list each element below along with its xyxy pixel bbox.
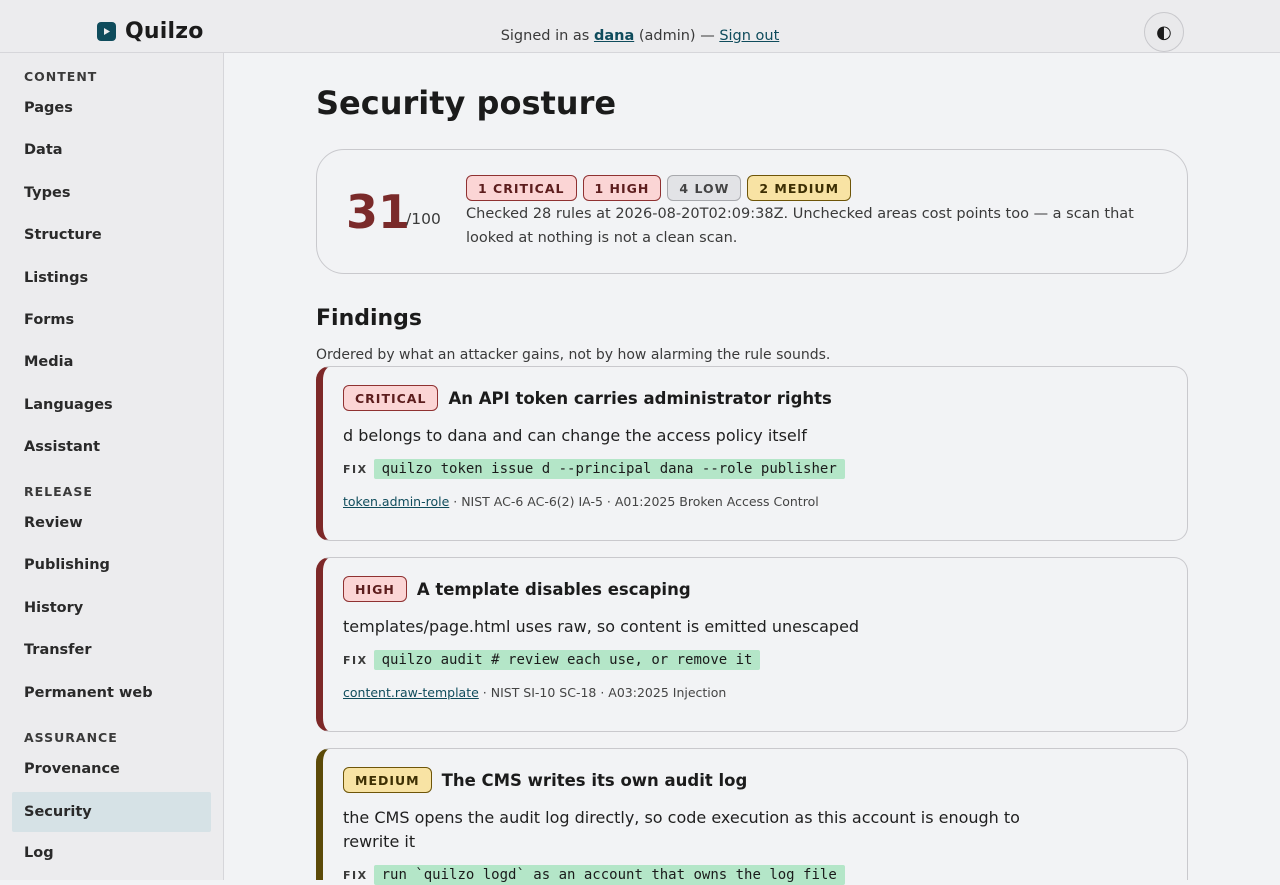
findings-heading: Findings — [316, 306, 423, 331]
severity-badge: MEDIUM — [343, 767, 432, 793]
finding-title: An API token carries administrator right… — [448, 388, 832, 408]
finding-card: CRITICAL An API token carries administra… — [316, 366, 1188, 541]
fix-command[interactable]: quilzo token issue d --principal dana --… — [373, 459, 845, 479]
finding-title: A template disables escaping — [416, 579, 691, 599]
score-max: /100 — [406, 210, 441, 228]
finding-card: MEDIUM The CMS writes its own audit log … — [316, 748, 1188, 885]
fix-label: FIX — [343, 653, 368, 667]
sidebar-item-media[interactable]: Media — [12, 342, 211, 382]
sidebar-section-assurance: ASSURANCE — [24, 730, 118, 745]
count-badge-low: 4 LOW — [667, 175, 742, 201]
finding-fix: FIX quilzo token issue d --principal dan… — [343, 459, 845, 479]
fix-command[interactable]: run `quilzo logd` as an account that own… — [373, 865, 845, 885]
finding-fix: FIX quilzo audit # review each use, or r… — [343, 650, 761, 670]
sidebar-item-security[interactable]: Security — [12, 792, 211, 832]
finding-meta: content.raw-template · NIST SI-10 SC-18 … — [343, 685, 726, 700]
finding-refs: · NIST SI-10 SC-18 · A03:2025 Injection — [478, 685, 727, 700]
sidebar-item-assistant[interactable]: Assistant — [12, 427, 211, 467]
sidebar-item-structure[interactable]: Structure — [12, 215, 211, 255]
sidebar-section-content: CONTENT — [24, 69, 98, 84]
page-title: Security posture — [316, 84, 617, 122]
count-badge-medium: 2 MEDIUM — [747, 175, 852, 201]
user-link[interactable]: dana — [594, 28, 634, 44]
sidebar-item-forms[interactable]: Forms — [12, 300, 211, 340]
fix-label: FIX — [343, 462, 368, 476]
signed-in-status: Signed in as dana (admin) — Sign out — [0, 28, 1280, 44]
score-value: 31 — [346, 185, 411, 239]
finding-title: The CMS writes its own audit log — [441, 770, 748, 790]
fix-command[interactable]: quilzo audit # review each use, or remov… — [373, 650, 761, 670]
findings-subtitle: Ordered by what an attacker gains, not b… — [316, 347, 831, 363]
sign-out-link[interactable]: Sign out — [719, 28, 779, 44]
count-badge-critical: 1 CRITICAL — [466, 175, 577, 201]
score-card: 31 /100 1 CRITICAL 1 HIGH 4 LOW 2 MEDIUM… — [316, 149, 1188, 274]
sidebar-item-data[interactable]: Data — [12, 130, 211, 170]
top-bar: Quilzo Signed in as dana (admin) — Sign … — [0, 0, 1280, 53]
sidebar-item-languages[interactable]: Languages — [12, 385, 211, 425]
sidebar-item-review[interactable]: Review — [12, 503, 211, 543]
sidebar-item-types[interactable]: Types — [12, 173, 211, 213]
sidebar-item-pages[interactable]: Pages — [12, 88, 211, 128]
finding-description: d belongs to dana and can change the acc… — [343, 426, 807, 445]
theme-toggle-button[interactable]: ◐ — [1144, 12, 1184, 52]
sidebar-item-transfer[interactable]: Transfer — [12, 630, 211, 670]
finding-card: HIGH A template disables escaping templa… — [316, 557, 1188, 732]
sidebar-item-log[interactable]: Log — [12, 833, 211, 873]
finding-refs: · NIST AC-6 AC-6(2) IA-5 · A01:2025 Brok… — [449, 494, 819, 509]
severity-badge: HIGH — [343, 576, 407, 602]
count-badge-high: 1 HIGH — [582, 175, 662, 201]
finding-description: the CMS opens the audit log directly, so… — [343, 808, 1020, 851]
sidebar-item-listings[interactable]: Listings — [12, 258, 211, 298]
severity-counts: 1 CRITICAL 1 HIGH 4 LOW 2 MEDIUM — [466, 175, 852, 201]
sidebar-section-release: RELEASE — [24, 484, 93, 499]
score-description: Checked 28 rules at 2026-08-20T02:09:38Z… — [466, 206, 1134, 246]
rule-link[interactable]: token.admin-role — [343, 494, 449, 509]
finding-fix: FIX run `quilzo logd` as an account that… — [343, 865, 845, 885]
finding-description: templates/page.html uses raw, so content… — [343, 617, 860, 636]
sidebar-item-permanent-web[interactable]: Permanent web — [12, 673, 211, 713]
sidebar-item-publishing[interactable]: Publishing — [12, 545, 211, 585]
severity-badge: CRITICAL — [343, 385, 439, 411]
role-text: (admin) — — [638, 28, 715, 44]
rule-link[interactable]: content.raw-template — [343, 685, 479, 700]
signed-in-prefix: Signed in as — [500, 28, 590, 44]
contrast-icon: ◐ — [1156, 21, 1172, 43]
sidebar-item-history[interactable]: History — [12, 588, 211, 628]
finding-meta: token.admin-role · NIST AC-6 AC-6(2) IA-… — [343, 494, 819, 509]
sidebar: CONTENT Pages Data Types Structure Listi… — [0, 53, 224, 880]
sidebar-item-provenance[interactable]: Provenance — [12, 749, 211, 789]
